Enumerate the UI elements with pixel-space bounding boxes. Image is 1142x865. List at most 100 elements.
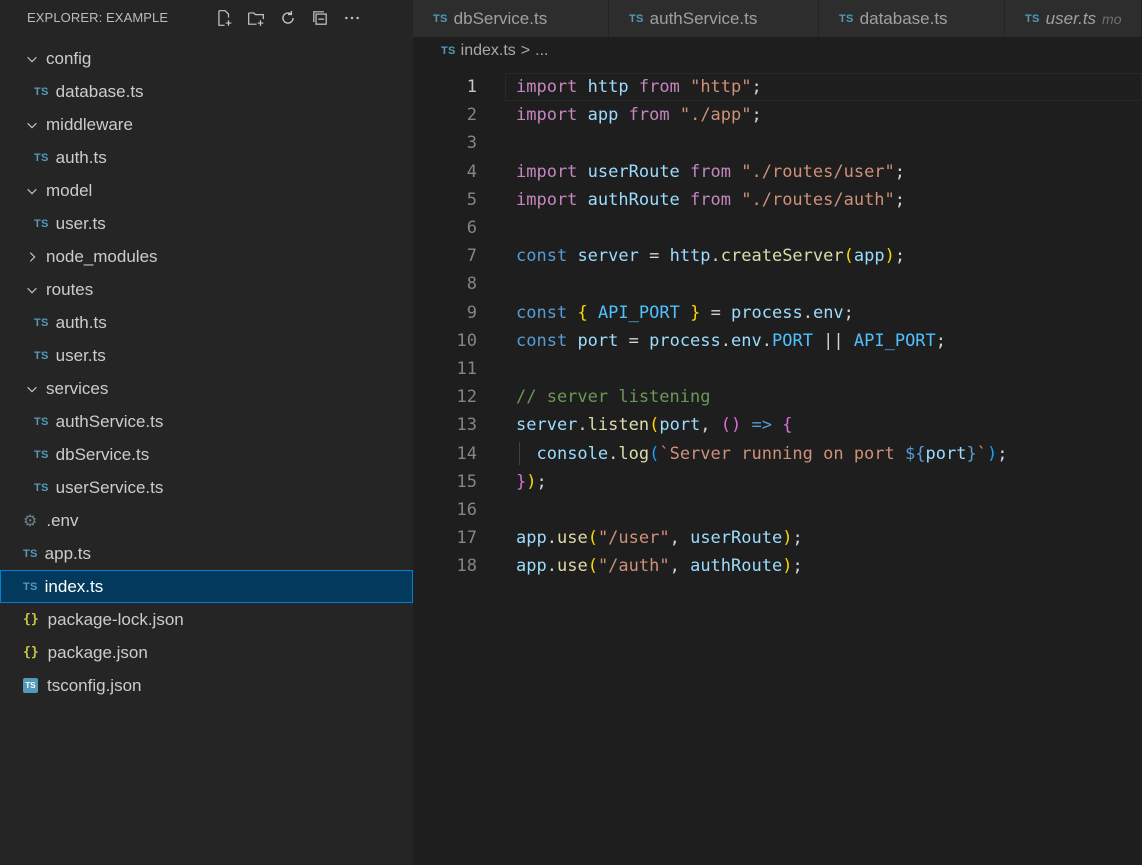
code-token: (: [649, 415, 660, 436]
new-file-icon[interactable]: [214, 8, 234, 28]
code-token: =>: [751, 415, 772, 436]
code-token: ): [884, 246, 895, 267]
breadcrumb-symbols[interactable]: ...: [535, 42, 548, 60]
code-line: 11: [413, 355, 1142, 383]
line-number: 16: [456, 499, 477, 520]
explorer-header: EXPLORER: EXAMPLE: [0, 0, 413, 35]
tree-item-label: node_modules: [46, 246, 158, 266]
code-text: import app from "./app";: [516, 105, 762, 125]
tree-item-label: .env: [46, 510, 79, 530]
new-folder-icon[interactable]: [246, 8, 266, 28]
code-line: 14 console.log(`Server running on port $…: [413, 439, 1142, 467]
tab-description: mo: [1102, 10, 1122, 27]
code-token: from: [638, 77, 680, 98]
typescript-file-icon: TS: [34, 415, 49, 428]
breadcrumb-file[interactable]: index.ts: [461, 42, 516, 60]
file-dbservice-ts[interactable]: TS dbService.ts: [0, 438, 413, 471]
file-userservice-ts[interactable]: TS userService.ts: [0, 471, 413, 504]
code-editor[interactable]: 1 import http from "http"; 2 import app fro…: [413, 73, 1142, 580]
code-text: const server = http.createServer(app);: [516, 246, 905, 266]
json-file-icon: {}: [23, 645, 39, 660]
tab-authservice-ts[interactable]: TS authService.ts: [609, 0, 819, 37]
tab-label: user.ts: [1045, 8, 1097, 28]
typescript-file-icon: TS: [629, 12, 644, 25]
code-token: .: [546, 528, 557, 549]
code-token: env: [731, 330, 762, 351]
folder-model[interactable]: model: [0, 174, 413, 207]
tab-dbservice-ts[interactable]: TS dbService.ts: [413, 0, 609, 37]
tab-user-ts[interactable]: TS user.ts mo: [1005, 0, 1142, 37]
code-token: app: [587, 105, 619, 126]
code-token: listen: [587, 415, 650, 436]
folder-node-modules[interactable]: node_modules: [0, 240, 413, 273]
code-line: 2 import app from "./app";: [413, 101, 1142, 129]
refresh-icon[interactable]: [278, 8, 298, 28]
code-token: http: [587, 77, 629, 98]
file-auth-ts[interactable]: TS auth.ts: [0, 306, 413, 339]
code-line: 10 const port = process.env.PORT || API_P…: [413, 327, 1142, 355]
file-authservice-ts[interactable]: TS authService.ts: [0, 405, 413, 438]
code-token: ;: [894, 161, 906, 182]
file-env[interactable]: ⚙ .env: [0, 504, 413, 537]
line-number: 9: [466, 302, 477, 323]
folder-services[interactable]: services: [0, 372, 413, 405]
code-token: ;: [792, 528, 803, 549]
code-token: createServer: [720, 246, 844, 267]
file-index-ts[interactable]: TS index.ts: [0, 570, 413, 603]
breadcrumb: TS index.ts > ...: [413, 37, 1142, 65]
code-token: import: [516, 105, 578, 126]
code-token: }: [690, 302, 701, 323]
typescript-file-icon: TS: [34, 349, 49, 362]
file-auth-ts[interactable]: TS auth.ts: [0, 141, 413, 174]
tab-database-ts[interactable]: TS database.ts: [819, 0, 1005, 37]
line-number: 3: [466, 133, 477, 154]
code-token: userRoute: [690, 528, 783, 549]
file-app-ts[interactable]: TS app.ts: [0, 537, 413, 570]
file-package-lock-json[interactable]: {} package-lock.json: [0, 603, 413, 636]
code-token: `: [976, 443, 987, 464]
line-number: 8: [466, 274, 477, 295]
typescript-file-icon: TS: [433, 12, 448, 25]
code-text: import http from "http";: [516, 77, 762, 97]
code-token: API_PORT: [597, 302, 680, 323]
folder-config[interactable]: config: [0, 42, 413, 75]
collapse-all-icon[interactable]: [310, 8, 330, 28]
code-token: ||: [812, 330, 854, 351]
file-user-ts[interactable]: TS user.ts: [0, 339, 413, 372]
file-tsconfig-json[interactable]: TS tsconfig.json: [0, 669, 413, 702]
line-number: 11: [456, 358, 477, 379]
file-database-ts[interactable]: TS database.ts: [0, 75, 413, 108]
tree-item-label: user.ts: [55, 213, 106, 233]
more-actions-icon[interactable]: [342, 8, 362, 28]
code-token: PORT: [771, 330, 813, 351]
code-token: const: [516, 246, 568, 267]
chevron-right-icon: [23, 250, 40, 264]
line-number: 6: [466, 218, 477, 239]
line-number: 10: [456, 330, 477, 351]
file-user-ts[interactable]: TS user.ts: [0, 207, 413, 240]
code-token: "./routes/auth": [741, 189, 895, 210]
line-number: 18: [456, 556, 477, 577]
code-token: ): [782, 556, 793, 577]
json-file-icon: {}: [23, 612, 39, 627]
tree-item-label: database.ts: [55, 81, 144, 101]
code-token: env: [812, 302, 844, 323]
code-token: server: [577, 246, 639, 267]
code-token: from: [690, 161, 731, 182]
tree-item-label: user.ts: [55, 345, 106, 365]
code-token: ;: [751, 77, 762, 98]
code-token: use: [556, 528, 588, 549]
tree-item-label: model: [46, 180, 93, 200]
code-token: {: [577, 302, 588, 323]
code-line: 9 const { API_PORT } = process.env;: [413, 299, 1142, 327]
folder-middleware[interactable]: middleware: [0, 108, 413, 141]
code-token: process: [731, 302, 803, 323]
folder-routes[interactable]: routes: [0, 273, 413, 306]
tree-item-label: auth.ts: [55, 147, 107, 167]
file-package-json[interactable]: {} package.json: [0, 636, 413, 669]
